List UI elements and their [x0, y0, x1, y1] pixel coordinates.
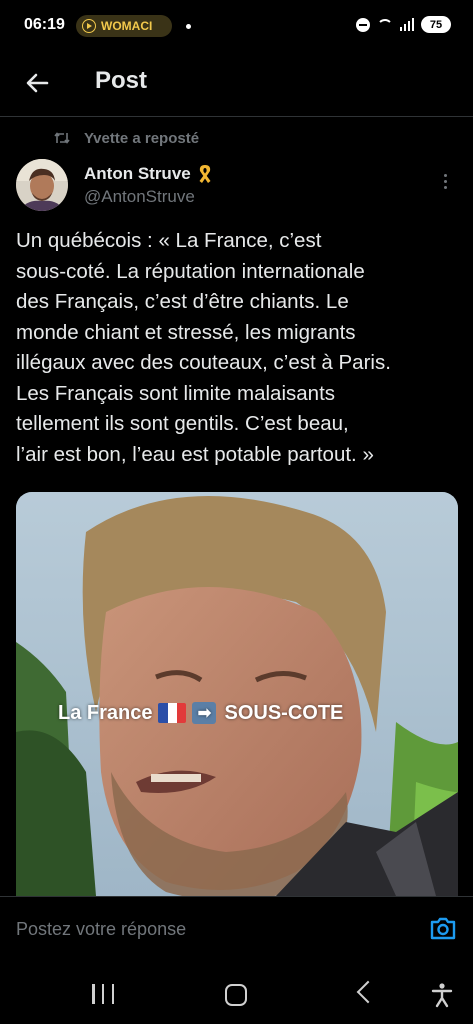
top-app-bar: Post	[0, 54, 473, 117]
author-handle[interactable]: @AntonStruve	[84, 187, 195, 207]
post-text: Un québécois : « La France, c’est sous-c…	[16, 229, 391, 466]
more-options-button[interactable]	[435, 170, 455, 192]
repost-label: Yvette a reposté	[84, 129, 200, 147]
avatar[interactable]	[16, 159, 68, 211]
dnd-icon	[355, 17, 370, 32]
page-title: Post	[95, 67, 148, 94]
repost-icon	[52, 131, 72, 145]
repost-context[interactable]: Yvette a reposté	[52, 128, 199, 148]
media-image	[16, 492, 458, 896]
wifi-icon	[376, 18, 393, 31]
author-name[interactable]: Anton Struve	[84, 163, 215, 185]
accessibility-icon[interactable]	[430, 982, 454, 1008]
recents-icon[interactable]	[92, 984, 114, 1004]
battery-icon: 75	[421, 16, 451, 33]
more-dot	[443, 173, 447, 177]
notification-dot	[186, 24, 191, 29]
media-pill-label: WOMACI	[101, 19, 153, 33]
avatar-image	[16, 159, 68, 211]
post-media[interactable]	[16, 492, 458, 896]
signal-icon	[399, 18, 414, 31]
status-icons: 75	[355, 16, 451, 33]
play-icon	[82, 19, 96, 33]
status-bar: 06:19 WOMACI 75	[0, 0, 473, 54]
status-time: 06:19	[24, 16, 65, 33]
french-flag-icon	[158, 703, 187, 723]
media-pill[interactable]: WOMACI	[76, 15, 172, 37]
media-caption-left: La France	[58, 701, 153, 724]
author-name-text: Anton Struve	[84, 164, 191, 183]
media-caption: La France ➡ SOUS-COTE	[58, 700, 343, 726]
arrow-right-icon: ➡	[192, 702, 217, 724]
system-nav-bar	[0, 962, 473, 1024]
yellow-ribbon-icon	[199, 165, 211, 183]
back-icon[interactable]	[356, 980, 380, 1004]
camera-icon[interactable]	[429, 915, 457, 941]
reply-input[interactable]: Postez votre réponse	[16, 919, 186, 940]
media-caption-right: SOUS-COTE	[224, 701, 344, 724]
back-button[interactable]	[20, 66, 54, 100]
more-dot	[443, 179, 447, 183]
home-icon[interactable]	[225, 984, 247, 1006]
arrow-left-icon	[26, 73, 49, 93]
more-dot	[443, 185, 447, 189]
reply-bar: Postez votre réponse	[0, 896, 473, 963]
